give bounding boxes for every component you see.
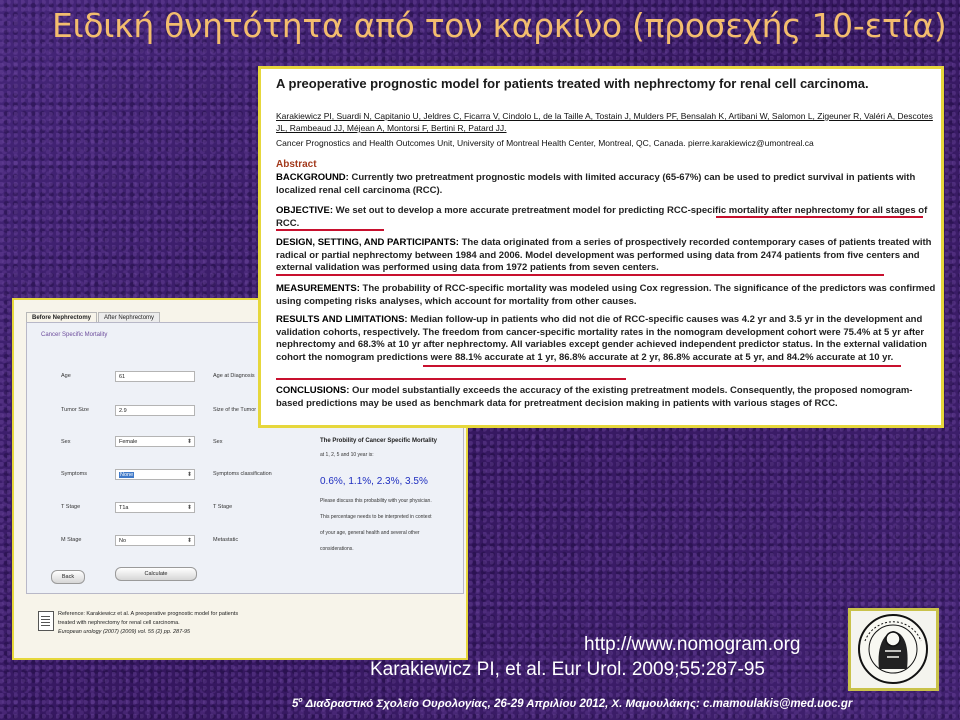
background-text: Currently two pretreatment prognostic mo… [276,172,916,196]
sex-label: Sex [61,439,71,445]
conclusions-text: Our model substantially exceeds the accu… [276,385,913,409]
result-note-3: of your age, general health and several … [320,530,420,536]
authors-text[interactable]: Karakiewicz PI, Suardi N, Capitanio U, J… [276,111,933,133]
objective-label: OBJECTIVE: [276,205,334,216]
sex-select[interactable]: Female [115,436,195,447]
footer-text: Διαδραστικό Σχολείο Ουρολογίας, 26-29 Απ… [305,697,853,710]
objective-underline-2 [276,229,384,231]
back-button[interactable]: Back [51,570,85,584]
objective-underline-1 [716,216,923,218]
abstract-panel: A preoperative prognostic model for pati… [258,66,944,428]
metastatic-label: Metastatic [213,537,239,543]
nomogram-url[interactable]: http://www.nomogram.org [584,634,800,656]
design-underline [276,274,884,276]
medical-school-seal-icon [848,608,939,691]
size-of-tumor-label: Size of the Tumor [213,407,257,413]
panel-heading: Cancer Specific Mortality [41,332,108,338]
results-underline-2 [276,378,626,380]
abstract-title: A preoperative prognostic model for pati… [276,76,869,91]
reference-line-2: treated with nephrectomy for renal cell … [58,620,180,626]
results-label: RESULTS AND LIMITATIONS: [276,314,408,325]
measurements-paragraph: MEASUREMENTS: The probability of RCC-spe… [276,283,936,308]
age-at-diagnosis-label: Age at Diagnosis [213,373,255,379]
reference-line-1: Reference: Karakiewicz et al. A preopera… [58,611,239,617]
citation: Karakiewicz PI, et al. Eur Urol. 2009;55… [370,659,765,680]
symptoms-value: None [119,472,135,478]
footer: 5ο Διαδραστικό Σχολείο Ουρολογίας, 26-29… [292,697,852,710]
result-note-4: considerations. [320,546,354,552]
abstract-heading: Abstract [276,159,317,170]
age-input[interactable]: 61 [115,371,195,382]
m-stage-label: M Stage [61,537,82,543]
t-stage-label: T Stage [61,504,81,510]
result-note-1: Please discuss this probability with you… [320,498,432,504]
symptoms-classification-label: Symptoms classification [213,471,272,477]
result-values: 0.6%, 1.1%, 2.3%, 3.5% [320,476,428,487]
results-underline-1 [423,365,901,367]
reference-block: Reference: Karakiewicz et al. A preopera… [58,610,408,637]
background-paragraph: BACKGROUND: Currently two pretreatment p… [276,172,936,197]
tumor-size-input[interactable]: 2.9 [115,405,195,416]
sex-right-label: Sex [213,439,223,445]
conclusions-label: CONCLUSIONS: [276,385,350,396]
slide-title: Ειδική θνητότητα από τον καρκίνο (προσεχ… [52,6,947,45]
symptoms-select[interactable]: None [115,469,195,480]
measurements-label: MEASUREMENTS: [276,283,360,294]
reference-line-3: European urology (2007) (2009) vol. 55 (… [58,629,191,635]
age-label: Age [61,373,71,379]
calculate-button[interactable]: Calculate [115,567,197,581]
background-label: BACKGROUND: [276,172,349,183]
conclusions-paragraph: CONCLUSIONS: Our model substantially exc… [276,385,936,410]
design-label: DESIGN, SETTING, AND PARTICIPANTS: [276,237,459,248]
m-stage-select[interactable]: No [115,535,195,546]
measurements-text: The probability of RCC-specific mortalit… [276,283,936,307]
t-stage-select[interactable]: T1a [115,502,195,513]
document-icon [38,611,54,631]
result-note-2: This percentage needs to be interpreted … [320,514,432,520]
results-paragraph: RESULTS AND LIMITATIONS: Median follow-u… [276,314,936,364]
design-paragraph: DESIGN, SETTING, AND PARTICIPANTS: The d… [276,237,936,275]
affiliation: Cancer Prognostics and Health Outcomes U… [276,138,814,148]
t-stage-right-label: T Stage [213,504,233,510]
result-title: The Probility of Cancer Specific Mortali… [320,438,438,444]
footer-ordinal: ο [298,697,303,704]
tumor-size-label: Tumor Size [61,407,89,413]
symptoms-label: Symptoms [61,471,87,477]
author-list: Karakiewicz PI, Suardi N, Capitanio U, J… [276,110,936,134]
result-subtitle: at 1, 2, 5 and 10 year is: [320,452,374,458]
